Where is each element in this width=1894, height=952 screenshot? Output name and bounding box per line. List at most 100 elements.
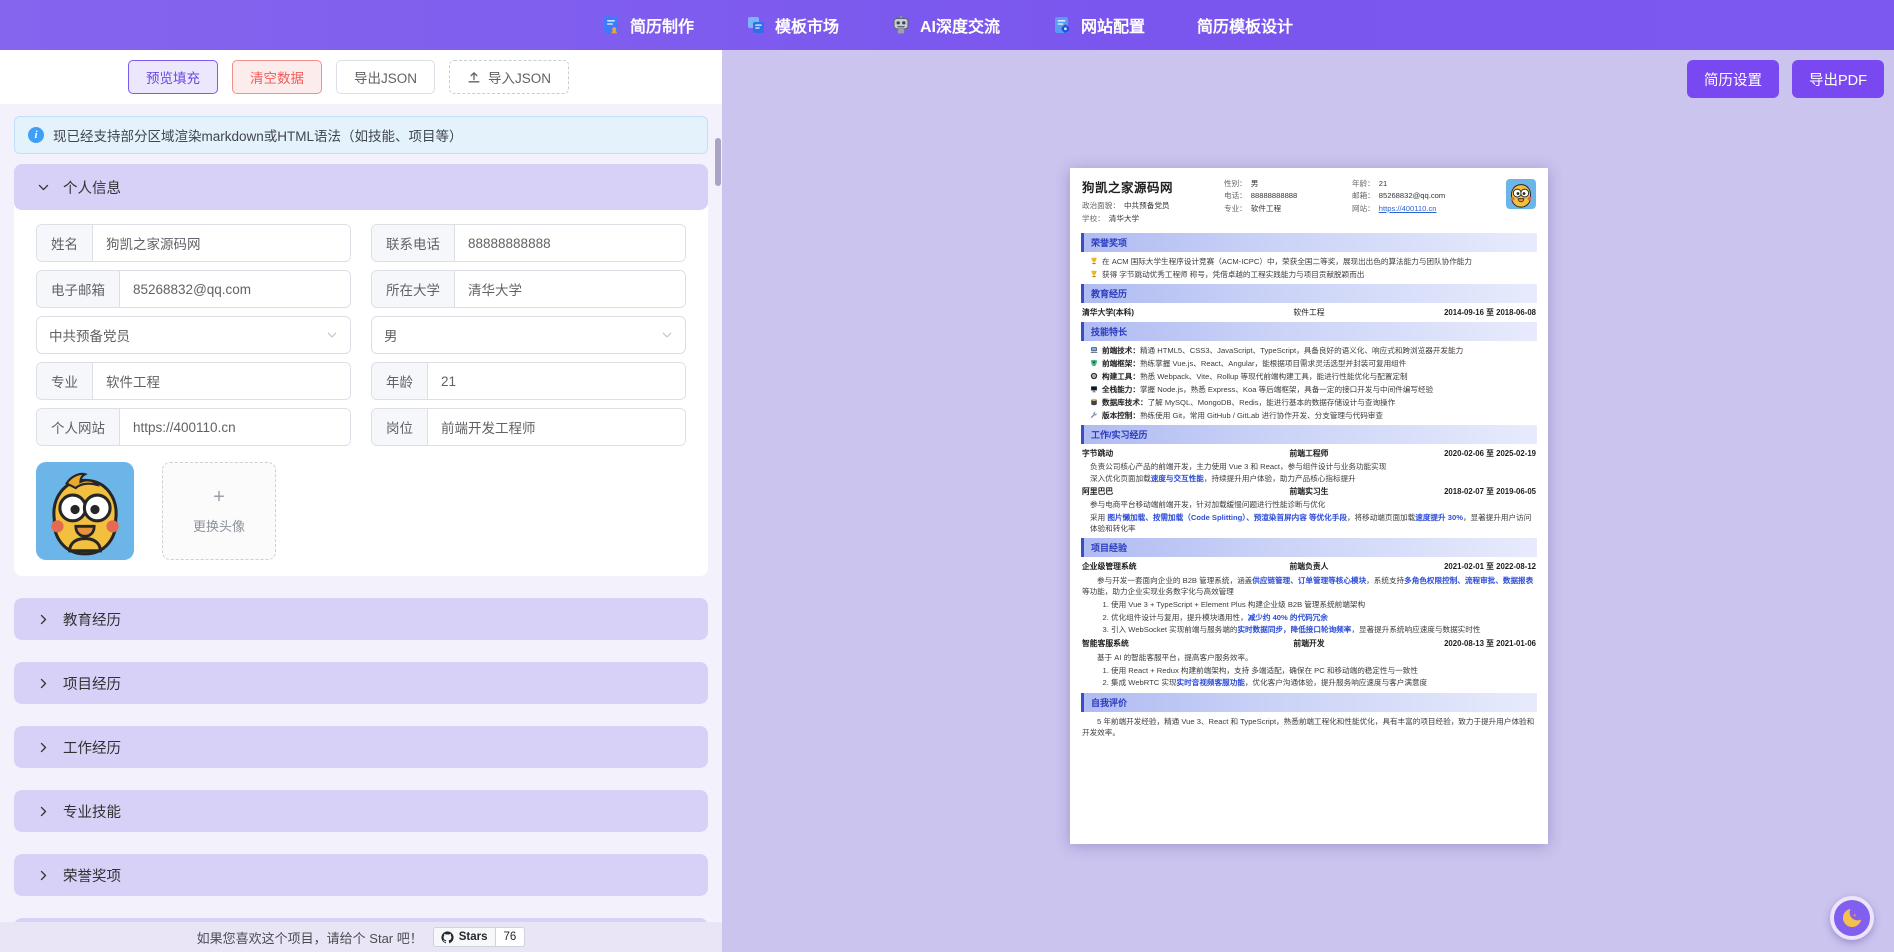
accordion-label: 教育经历 [63,609,121,630]
accordion-projects[interactable]: 项目经历 [14,662,708,704]
chevron-down-icon [37,181,50,194]
major-input[interactable] [93,363,350,399]
resume-section-projects-title: 项目经验 [1081,538,1537,557]
nav-label: 简历模板设计 [1197,13,1293,37]
framework-icon [1090,359,1098,367]
position-field-group: 岗位 [371,408,686,446]
robot-icon [891,15,911,35]
resume-section-skills-title: 技能特长 [1081,322,1537,341]
accordion-honors[interactable]: 荣誉奖项 [14,854,708,896]
nav-item-resume-builder[interactable]: 简历制作 [601,13,694,37]
resume-section-work: 字节跳动 前端工程师 2020-02-06 至 2025-02-19 负责公司核… [1081,448,1537,534]
phone-input[interactable] [455,225,685,261]
resume-preview: 狗凯之家源码网 政治面貌：中共预备党员 学校：清华大学 性别：男 电话：8888… [1070,168,1548,844]
accordion-skills[interactable]: 专业技能 [14,790,708,832]
editor-toolbar: 预览填充 清空数据 导出JSON 导入JSON [0,50,722,104]
trophy-icon [1090,257,1098,265]
name-input[interactable] [93,225,350,261]
project-points: 使用 React + Redux 构建前端架构，支持 多端适配，确保在 PC 和… [1081,665,1537,689]
resume-header-line: 专业：软件工程 [1224,203,1352,215]
email-input[interactable] [120,271,350,307]
resume-avatar [1506,179,1536,209]
project-point: 使用 React + Redux 构建前端架构，支持 多端适配，确保在 PC 和… [1111,665,1537,676]
job-header: 字节跳动 前端工程师 2020-02-06 至 2025-02-19 [1082,448,1536,460]
gender-value: 男 [384,325,398,345]
stars-label: Stars [459,931,488,943]
personal-info-card: 个人信息 姓名 联系电话 电子邮箱 所在大学 [14,164,708,576]
gender-select[interactable]: 男 [371,316,686,354]
position-field-label: 岗位 [372,409,428,445]
major-field-group: 专业 [36,362,351,400]
moon-icon [1841,907,1863,929]
export-pdf-button[interactable]: 导出PDF [1792,60,1884,98]
export-json-button[interactable]: 导出JSON [336,60,435,94]
skill-item: 构建工具：熟悉 Webpack、Vite、Rollup 等现代前端构建工具，能进… [1081,371,1537,382]
political-status-select[interactable]: 中共预备党员 [36,316,351,354]
job-line: 采用 图片懒加载、按需加载（Code Splitting）、预渲染首屏内容 等优… [1081,512,1537,535]
website-field-group: 个人网站 [36,408,351,446]
resume-website-link[interactable]: https://400110.cn [1379,204,1437,213]
accordion-education[interactable]: 教育经历 [14,598,708,640]
honor-item: 获得 字节跳动优秀工程师 称号，凭借卓越的工程实践能力与项目贡献脱颖而出 [1081,269,1537,280]
resume-section-evaluation: 5 年前端开发经验，精通 Vue 3、React 和 TypeScript，熟悉… [1082,716,1536,739]
clear-data-button[interactable]: 清空数据 [232,60,322,94]
resume-section-honors: 在 ACM 国际大学生程序设计竞赛（ACM-ICPC）中，荣获全国二等奖，展现出… [1081,256,1537,280]
resume-header-line: 电话：88888888888 [1224,190,1352,202]
position-input[interactable] [428,409,685,445]
accordion-label: 项目经历 [63,673,121,694]
avatar-row: + 更换头像 [14,446,708,560]
change-avatar-button[interactable]: + 更换头像 [162,462,276,560]
email-field-group: 电子邮箱 [36,270,351,308]
email-field-label: 电子邮箱 [37,271,120,307]
github-stars-badge[interactable]: Stars 76 [433,927,526,947]
resume-section-work-title: 工作/实习经历 [1081,425,1537,444]
markdown-support-alert: i 现已经支持部分区域渲染markdown或HTML语法（如技能、项目等） [14,116,708,154]
project-point: 优化组件设计与复用，提升模块通用性，减少约 40% 的代码冗余 [1111,612,1537,623]
import-json-button[interactable]: 导入JSON [449,60,569,94]
resume-section-projects: 企业级管理系统 前端负责人 2021-02-01 至 2022-08-12 参与… [1081,561,1537,689]
resume-header-line: 政治面貌：中共预备党员 [1082,200,1224,212]
accordion-label: 专业技能 [63,801,121,822]
personal-info-header[interactable]: 个人信息 [14,164,708,210]
export-pdf-label: 导出PDF [1809,69,1867,90]
theme-toggle-button[interactable] [1830,896,1874,940]
github-icon [441,931,454,944]
resume-icon [601,15,621,35]
website-input[interactable] [120,409,350,445]
chevron-right-icon [37,805,50,818]
resume-section-evaluation-title: 自我评价 [1081,693,1537,712]
info-icon: i [28,127,44,143]
age-input[interactable] [428,363,685,399]
accordion-work[interactable]: 工作经历 [14,726,708,768]
age-field-group: 年龄 [371,362,686,400]
resume-header: 狗凯之家源码网 政治面貌：中共预备党员 学校：清华大学 性别：男 电话：8888… [1081,177,1537,229]
resume-header-line: 网站：https://400110.cn [1352,203,1506,215]
phone-field-label: 联系电话 [372,225,455,261]
nav-item-ai-chat[interactable]: AI深度交流 [891,13,1000,37]
nav-label: AI深度交流 [920,13,1000,37]
left-panel-scrollbar[interactable] [715,104,721,922]
resume-settings-button[interactable]: 简历设置 [1687,60,1779,98]
project-points: 使用 Vue 3 + TypeScript + Element Plus 构建企… [1081,599,1537,635]
nav-item-template-design[interactable]: 简历模板设计 [1197,13,1293,37]
resume-header-line: 年龄：21 [1352,178,1506,190]
trophy-icon [1090,270,1098,278]
database-icon [1090,398,1098,406]
university-input[interactable] [455,271,685,307]
skill-item: 前端技术：精通 HTML5、CSS3、JavaScript、TypeScript… [1081,345,1537,356]
build-tool-icon [1090,372,1098,380]
export-json-label: 导出JSON [354,67,417,87]
chevron-down-icon [326,329,338,341]
nav-item-template-market[interactable]: 模板市场 [746,13,839,37]
skill-item: 数据库技术：了解 MySQL、MongoDB、Redis，能进行基本的数据存储设… [1081,397,1537,408]
laptop-icon [1090,346,1098,354]
star-footer-text: 如果您喜欢这个项目，请给个 Star 吧！ [197,928,423,947]
chevron-right-icon [37,869,50,882]
major-field-label: 专业 [37,363,93,399]
nav-item-site-config[interactable]: 网站配置 [1052,13,1145,37]
resume-section-skills: 前端技术：精通 HTML5、CSS3、JavaScript、TypeScript… [1081,345,1537,421]
resume-section-education-title: 教育经历 [1081,284,1537,303]
app-root: 简历制作 模板市场 AI深度交流 网站配置 简历模板设计 预览填充 清 [0,0,1894,952]
scrollbar-thumb[interactable] [715,138,721,186]
preview-fill-button[interactable]: 预览填充 [128,60,218,94]
